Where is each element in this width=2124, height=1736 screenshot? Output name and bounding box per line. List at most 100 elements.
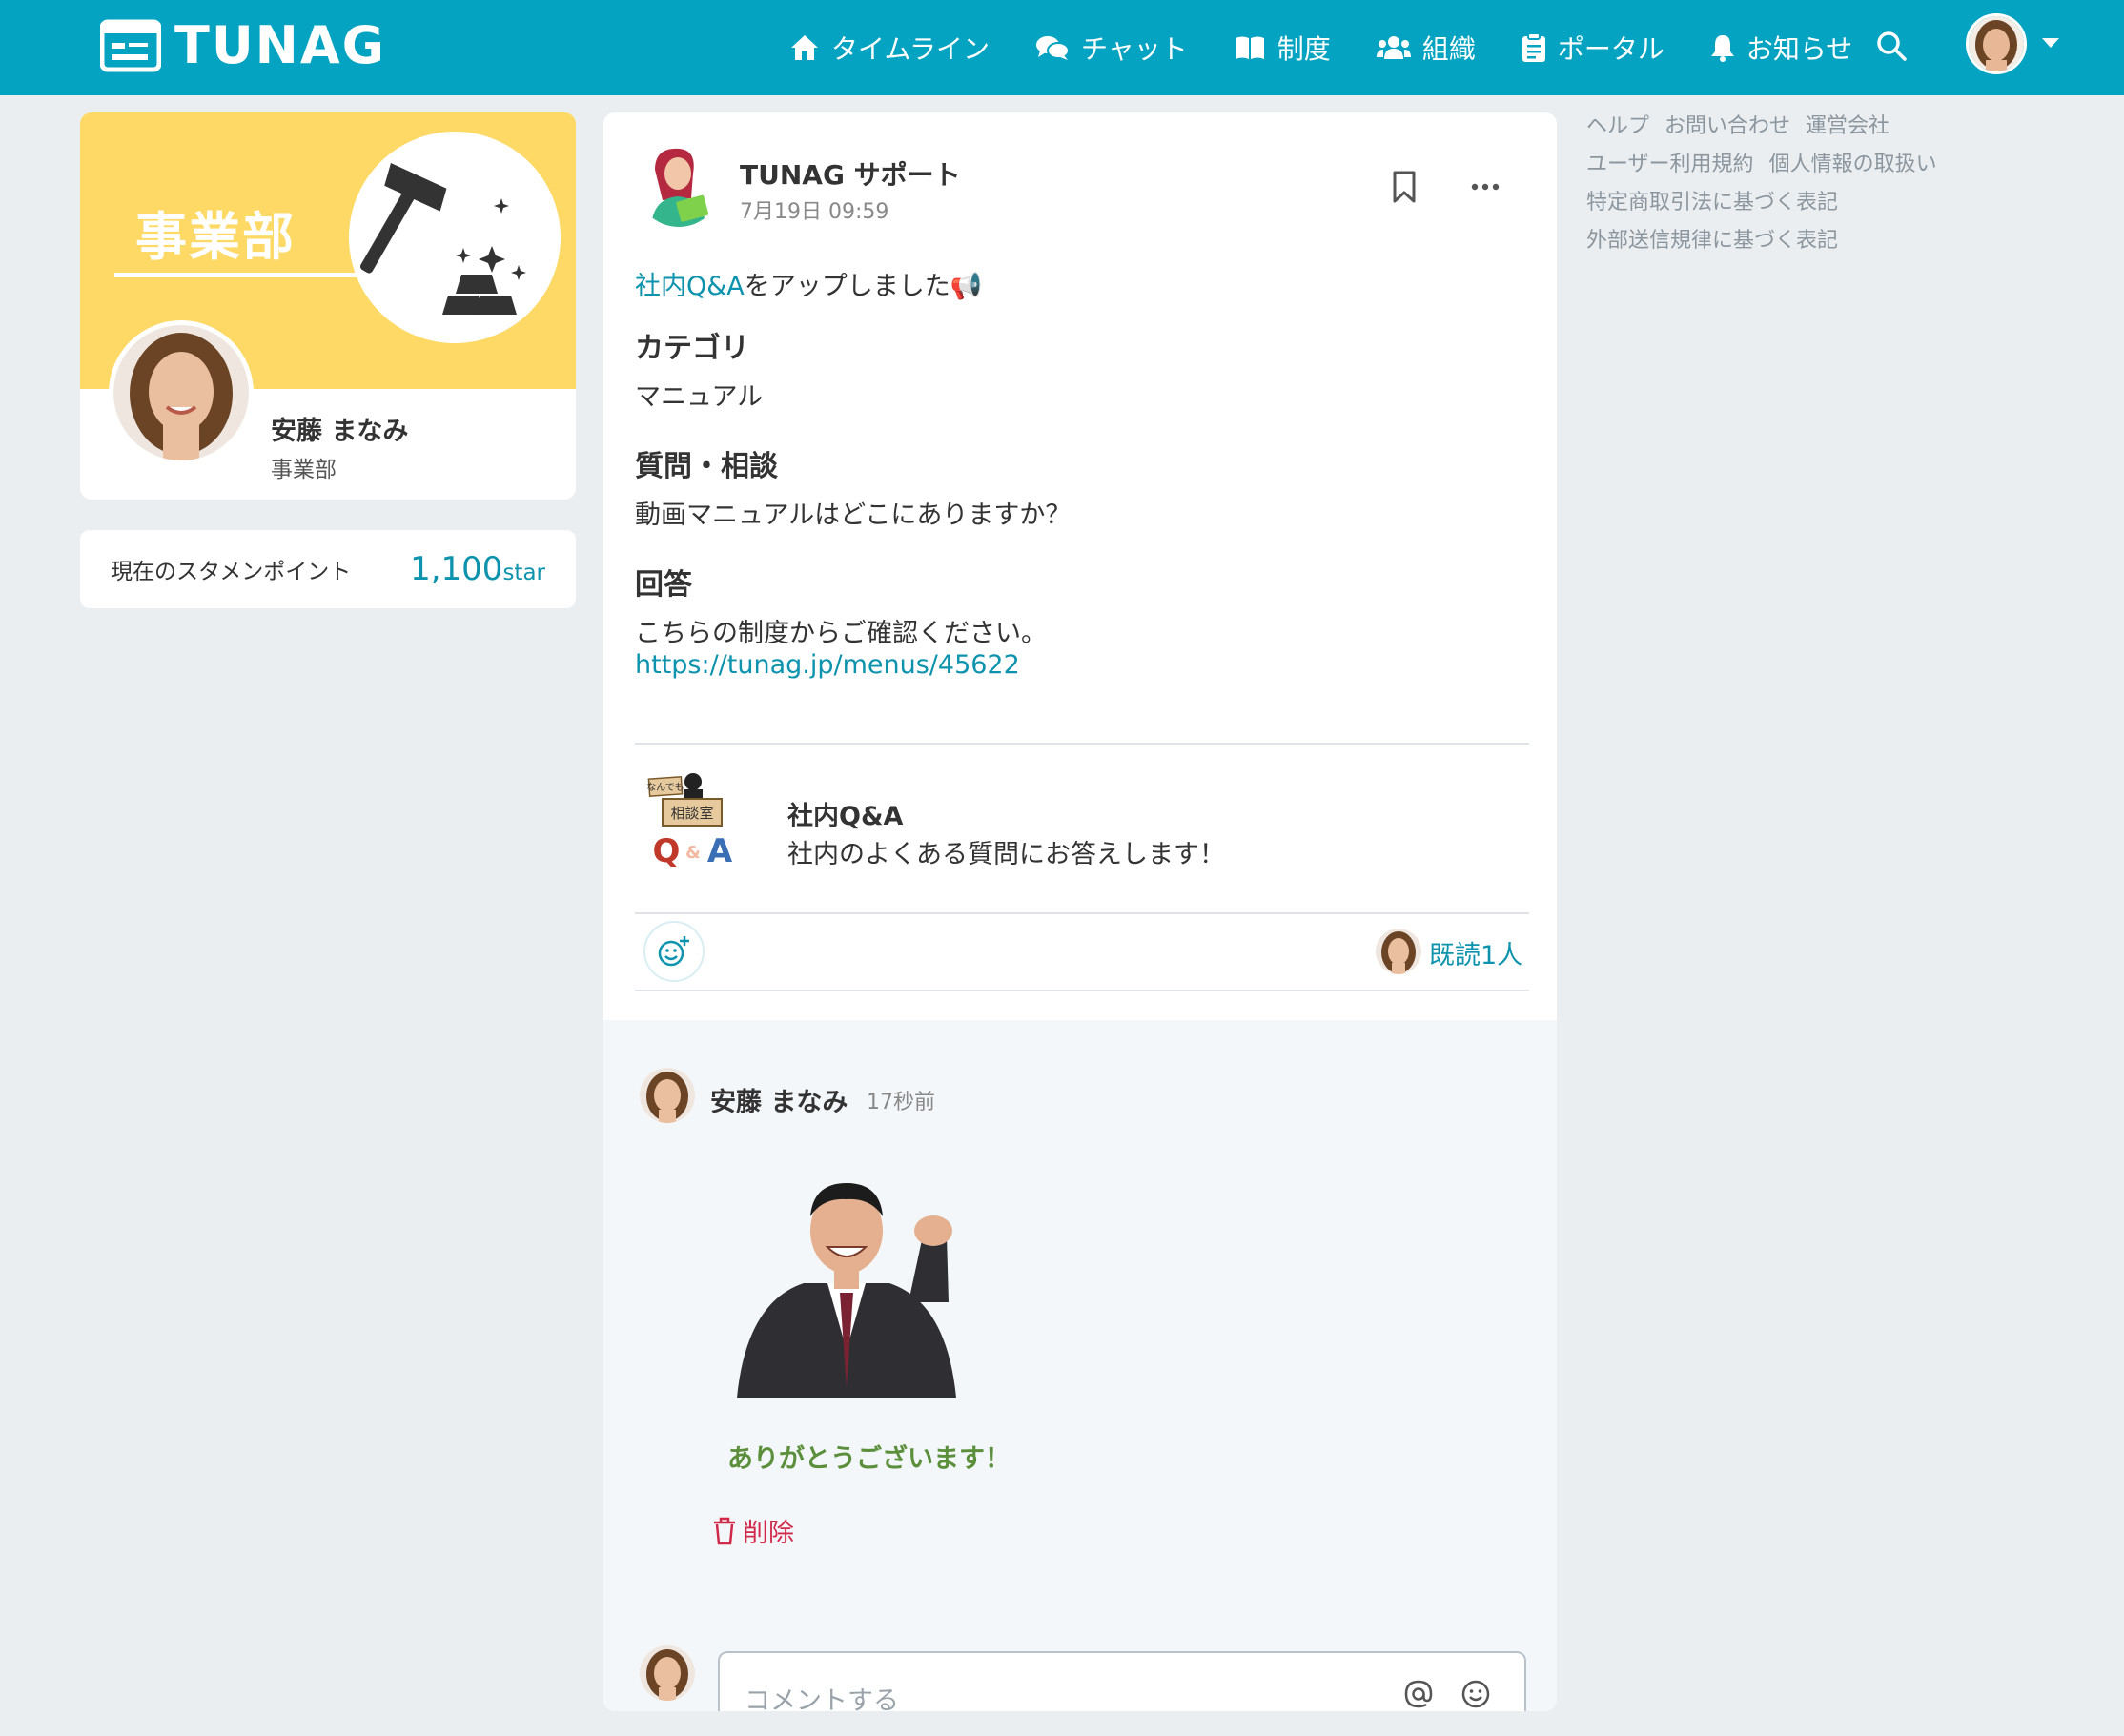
link-help[interactable]: ヘルプ: [1586, 112, 1649, 141]
trash-icon: [714, 1517, 735, 1544]
avatar: [1969, 16, 2024, 71]
chevron-down-icon[interactable]: [2040, 36, 2061, 50]
link-external-transmission[interactable]: 外部送信規律に基づく表記: [1586, 227, 1838, 255]
avatar: [640, 1645, 695, 1701]
points-number: 1,100: [410, 550, 503, 588]
points-label: 現在のスタメンポイント: [111, 560, 352, 584]
mention-icon[interactable]: [1402, 1678, 1435, 1710]
nav-label: 制度: [1276, 33, 1331, 65]
avatar: [113, 325, 249, 460]
section-body: 動画マニュアルはどこにありますか？: [635, 500, 1072, 530]
attachment-title: 社内Q&A: [787, 802, 904, 831]
post-url-link[interactable]: https://tunag.jp/menus/45622: [635, 650, 1020, 680]
section-heading: 回答: [635, 568, 692, 602]
divider: [635, 990, 1529, 991]
footer-link-row: ヘルプ お問い合わせ 運営会社: [1586, 112, 1987, 141]
nav-timeline[interactable]: タイムライン: [789, 29, 990, 67]
clipboard-icon: [1522, 32, 1545, 62]
comment-author[interactable]: 安藤 まなみ: [710, 1081, 848, 1118]
lead-text: をアップしました📢: [744, 272, 983, 301]
nav-system[interactable]: 制度: [1234, 29, 1331, 67]
divider: [635, 743, 1529, 745]
nav-portal[interactable]: ポータル: [1522, 29, 1664, 67]
footer-link-row: 特定商取引法に基づく表記: [1586, 189, 1987, 217]
avatar: [1376, 929, 1421, 974]
brand-name: TUNAG: [174, 15, 386, 75]
section-heading: 質問・相談: [635, 450, 778, 483]
thumb-sign-text: 相談室: [670, 805, 713, 822]
nav-label: タイムライン: [831, 33, 991, 65]
add-reaction-button[interactable]: [643, 921, 705, 982]
link-commercial-law[interactable]: 特定商取引法に基づく表記: [1586, 189, 1838, 217]
author-avatar[interactable]: [636, 141, 722, 227]
reader-avatar: [1376, 929, 1421, 974]
profile-name: 安藤 まなみ: [271, 417, 409, 446]
points-unit: star: [502, 561, 545, 585]
avatar: [640, 1068, 695, 1123]
delete-label: 削除: [743, 1519, 794, 1548]
profile-department: 事業部: [271, 458, 337, 482]
hammer-icon: [360, 163, 526, 315]
comment-input[interactable]: コメントする: [718, 1651, 1526, 1711]
thumb-a-text: A: [707, 832, 733, 870]
link-terms[interactable]: ユーザー利用規約: [1586, 151, 1754, 179]
read-count[interactable]: 既読1人: [1429, 934, 1522, 971]
profile-card[interactable]: 事業部 安藤 まなみ 事業部: [80, 112, 576, 500]
tunag-logo[interactable]: TUNAG: [100, 15, 386, 75]
link-company[interactable]: 運営会社: [1806, 112, 1889, 141]
nav-notifications[interactable]: お知らせ: [1710, 29, 1852, 67]
bookmark-icon[interactable]: [1391, 170, 1418, 204]
search-icon[interactable]: [1874, 29, 1909, 63]
top-nav-bar: TUNAG タイムライン チャット 制度 組織 ポータル お知らせ: [0, 0, 2124, 95]
thumb-q-text: Q: [653, 832, 681, 870]
main-nav: タイムライン チャット 制度 組織 ポータル お知らせ: [789, 0, 1898, 95]
attachment-description: 社内のよくある質問にお答えします！: [787, 840, 1225, 869]
link-contact[interactable]: お問い合わせ: [1664, 112, 1790, 141]
points-value: 1,100star: [410, 550, 545, 588]
thumb-amp-text: &: [685, 843, 701, 863]
nav-organization[interactable]: 組織: [1376, 29, 1476, 67]
thumb-top-text: なんでも: [646, 782, 684, 793]
timeline-post: TUNAG サポート 7月19日 09:59 社内Q&Aをアップしました📢 カテ…: [603, 112, 1557, 1711]
nav-chat[interactable]: チャット: [1035, 29, 1188, 67]
add-reaction-icon: [658, 936, 689, 967]
emoji-icon[interactable]: [1460, 1678, 1492, 1710]
thank-you-sticker: [737, 1183, 956, 1398]
more-options-icon[interactable]: [1471, 183, 1500, 191]
comments-section: 安藤 まなみ 17秒前 ありがとうございます！ 削除 コメントする: [603, 1020, 1557, 1711]
avatar: [636, 141, 722, 227]
section-body: こちらの制度からご確認ください。: [635, 619, 1047, 648]
qa-thumbnail: なんでも 相談室 Q & A: [642, 770, 745, 873]
footer-links: ヘルプ お問い合わせ 運営会社 ユーザー利用規約 個人情報の取扱い 特定商取引法…: [1586, 112, 1987, 265]
footer-link-row: 外部送信規律に基づく表記: [1586, 227, 1987, 255]
sticker-caption: ありがとうございます！: [727, 1444, 1011, 1474]
footer-link-row: ユーザー利用規約 個人情報の取扱い: [1586, 151, 1987, 179]
nav-label: ポータル: [1557, 33, 1664, 65]
post-lead: 社内Q&Aをアップしました📢: [635, 265, 982, 302]
comment-author-avatar[interactable]: [640, 1068, 695, 1123]
user-avatar-menu[interactable]: [1966, 13, 2027, 74]
post-author[interactable]: TUNAG サポート: [740, 154, 961, 193]
department-banner-title: 事業部: [135, 207, 296, 267]
people-icon: [1376, 36, 1411, 59]
profile-avatar[interactable]: [109, 320, 254, 465]
comment-time: 17秒前: [867, 1091, 935, 1114]
book-icon: [1235, 36, 1264, 59]
tunag-logo-icon: [100, 19, 161, 71]
points-card[interactable]: 現在のスタメンポイント 1,100star: [80, 530, 576, 608]
nav-label: 組織: [1421, 33, 1476, 65]
delete-comment-button[interactable]: 削除: [712, 1512, 794, 1549]
department-badge: [349, 132, 561, 343]
section-heading: カテゴリ: [635, 332, 749, 365]
home-icon: [791, 35, 818, 60]
section-body: マニュアル: [635, 382, 764, 412]
divider: [635, 912, 1529, 914]
nav-label: チャット: [1081, 33, 1188, 65]
post-time: 7月19日 09:59: [740, 200, 889, 224]
chat-icon: [1036, 36, 1071, 60]
qa-link[interactable]: 社内Q&A: [635, 272, 745, 301]
current-user-avatar: [640, 1645, 695, 1701]
bell-icon: [1710, 35, 1734, 62]
nav-label: お知らせ: [1746, 33, 1853, 65]
link-privacy[interactable]: 個人情報の取扱い: [1769, 151, 1937, 179]
